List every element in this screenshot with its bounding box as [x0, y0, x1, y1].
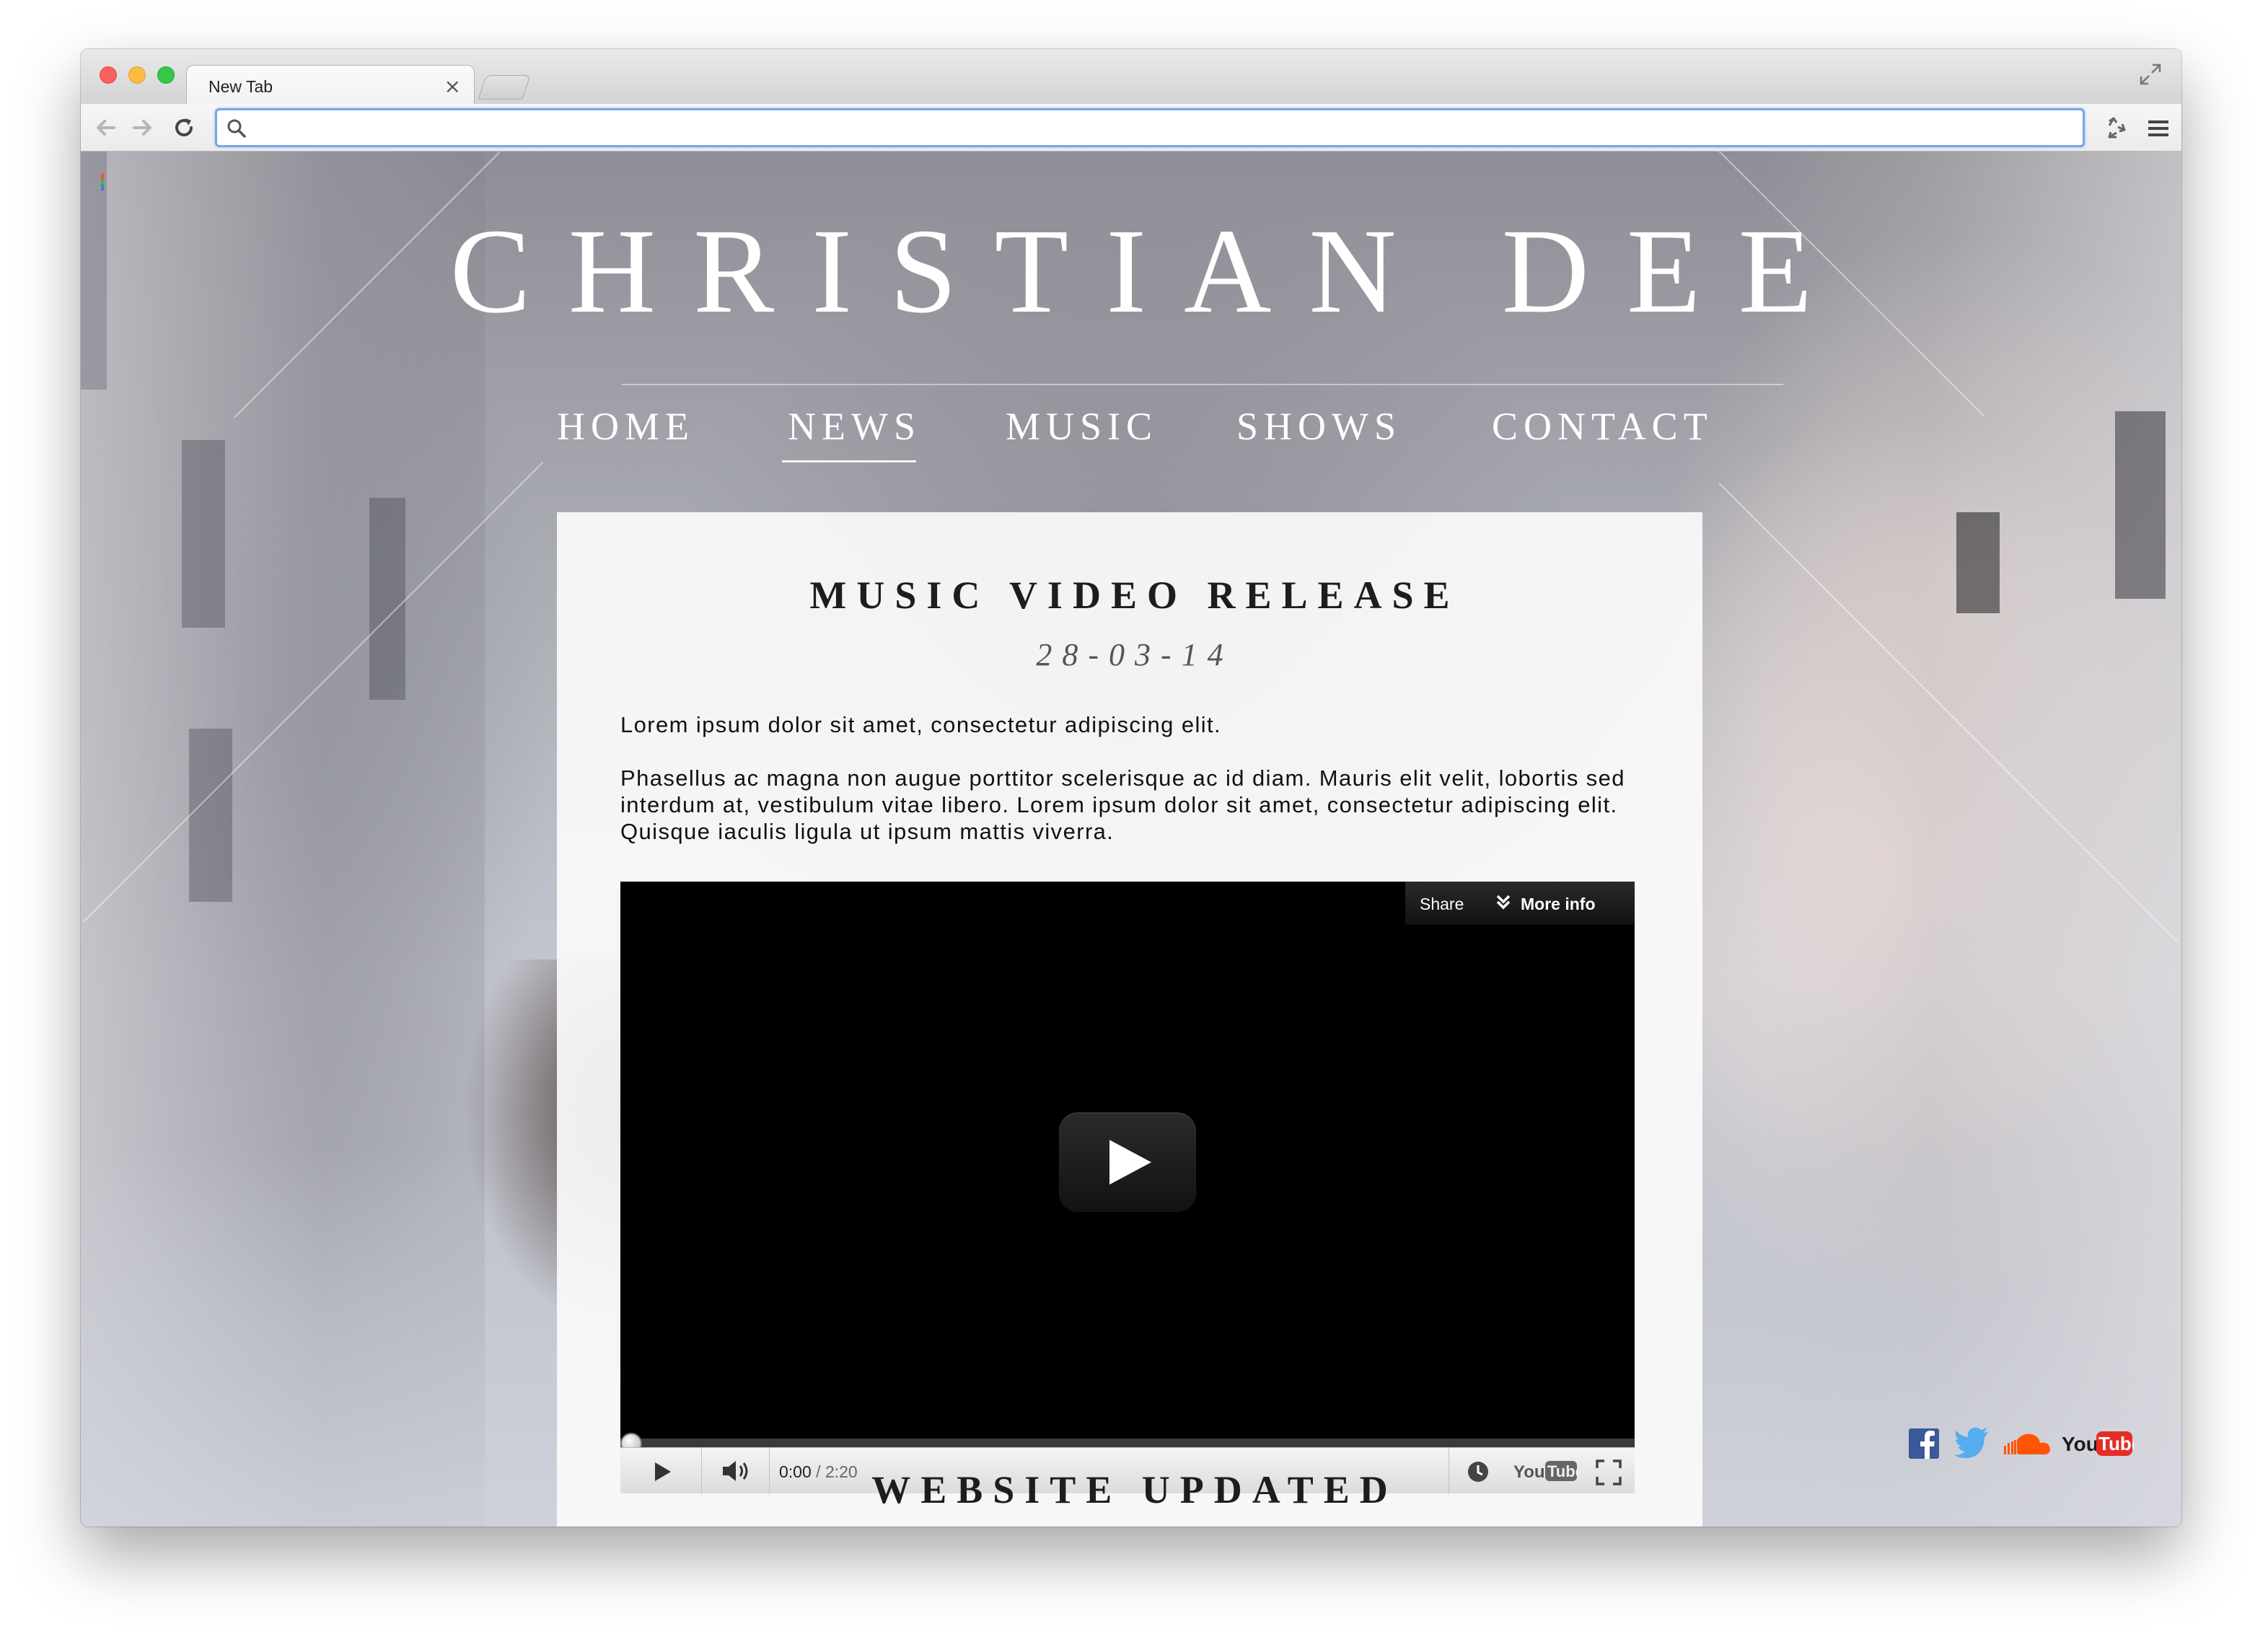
- back-icon[interactable]: [92, 114, 120, 141]
- background-window: [1956, 512, 2000, 613]
- social-links: You Tube: [1907, 1427, 2134, 1460]
- video-player[interactable]: Share More info 0:00 / 2:20 You Tub: [620, 882, 1635, 1494]
- fullscreen-icon[interactable]: [2138, 62, 2163, 87]
- browser-window: New Tab × CHRISTIAN DEE HOME NEWS MUSIC …: [81, 49, 2181, 1527]
- tab-title: New Tab: [208, 77, 273, 96]
- title-divider: [622, 384, 1783, 385]
- facebook-icon[interactable]: [1907, 1427, 1940, 1460]
- more-info-icon[interactable]: [1495, 893, 1512, 913]
- nav-music[interactable]: MUSIC: [1006, 404, 1158, 449]
- forward-icon[interactable]: [128, 114, 156, 141]
- post-paragraph: Lorem ipsum dolor sit amet, consectetur …: [620, 712, 1222, 737]
- video-progress-bar[interactable]: [620, 1439, 1635, 1447]
- page-viewport: CHRISTIAN DEE HOME NEWS MUSIC SHOWS CONT…: [81, 152, 2181, 1527]
- address-input[interactable]: [258, 116, 2061, 141]
- nav-home[interactable]: HOME: [557, 404, 695, 449]
- tab-close-icon[interactable]: ×: [444, 74, 461, 98]
- minimize-window-button[interactable]: [128, 66, 146, 84]
- background-window: [182, 440, 225, 628]
- twitter-icon[interactable]: [1953, 1427, 1990, 1459]
- nav-shows[interactable]: SHOWS: [1236, 404, 1402, 449]
- svg-text:Tube: Tube: [2098, 1433, 2134, 1454]
- extension-icon[interactable]: [2101, 114, 2129, 143]
- post-paragraph: Phasellus ac magna non augue porttitor s…: [620, 765, 1625, 844]
- soundcloud-icon[interactable]: [2001, 1427, 2053, 1459]
- zoom-window-button[interactable]: [157, 66, 175, 84]
- play-icon: [1109, 1140, 1151, 1185]
- reload-icon[interactable]: [170, 114, 198, 141]
- share-button[interactable]: Share: [1420, 895, 1464, 914]
- post-title: MUSIC VIDEO RELEASE: [809, 574, 1460, 617]
- svg-text:You: You: [2062, 1433, 2098, 1455]
- tab-new-tab[interactable]: New Tab ×: [186, 65, 475, 104]
- more-info-button[interactable]: More info: [1521, 895, 1596, 914]
- background-window: [189, 729, 232, 902]
- menu-icon[interactable]: [2145, 115, 2171, 141]
- nav-news[interactable]: NEWS: [788, 404, 921, 449]
- nav-active-indicator: [782, 460, 916, 462]
- youtube-icon[interactable]: You Tube: [2062, 1427, 2134, 1460]
- post-body: Lorem ipsum dolor sit amet, consectetur …: [620, 711, 1638, 872]
- new-tab-button[interactable]: [478, 75, 531, 100]
- news-card: MUSIC VIDEO RELEASE 28-03-14 Lorem ipsum…: [557, 512, 1702, 1527]
- post-date: 28-03-14: [1036, 637, 1234, 672]
- nav-contact[interactable]: CONTACT: [1492, 404, 1713, 449]
- big-play-button[interactable]: [1059, 1112, 1196, 1212]
- main-navigation: HOME NEWS MUSIC SHOWS CONTACT: [81, 404, 2181, 462]
- video-top-bar: Share More info: [1405, 882, 1635, 925]
- search-icon: [227, 119, 246, 138]
- address-bar[interactable]: [215, 108, 2085, 147]
- next-post-title: WEBSITE UPDATED: [871, 1468, 1398, 1511]
- background-window: [369, 498, 405, 700]
- close-window-button[interactable]: [100, 66, 117, 84]
- title-bar: New Tab ×: [81, 49, 2181, 104]
- site-title: CHRISTIAN DEE: [449, 204, 1850, 338]
- color-marker: [101, 173, 104, 190]
- browser-toolbar: [81, 104, 2181, 152]
